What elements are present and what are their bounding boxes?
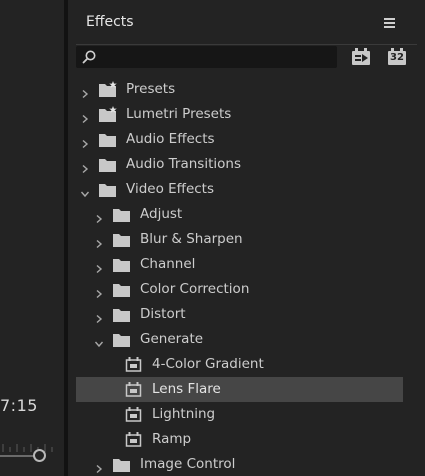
chevron-right-icon[interactable] [80, 84, 90, 99]
tree-item-label: Blur & Sharpen [140, 231, 243, 247]
tree-item-label: Ramp [152, 431, 192, 447]
tree-item-generate[interactable]: Generate [76, 327, 403, 352]
folder-icon [112, 206, 132, 223]
accelerated-effects-button[interactable] [349, 46, 373, 68]
tree-item-distort[interactable]: Distort [76, 302, 403, 327]
tree-item-label: Lens Flare [152, 381, 221, 397]
folder-icon [98, 181, 118, 198]
chevron-right-icon[interactable] [94, 234, 104, 249]
effects-panel-header: Effects [68, 0, 425, 44]
chevron-down-icon[interactable] [94, 334, 104, 348]
32-bit-label: 32 [390, 52, 404, 63]
tree-item-label: Presets [126, 81, 176, 97]
accelerated-effects-icon [352, 48, 370, 65]
playhead-timecode[interactable]: 7:15 [0, 396, 38, 415]
tree-item-label: Channel [140, 256, 196, 272]
chevron-right-icon[interactable] [94, 459, 104, 474]
tree-item-4-color-gradient[interactable]: 4-Color Gradient [76, 352, 403, 377]
panel-title[interactable]: Effects [86, 14, 134, 30]
program-monitor-panel: 7:15 [0, 0, 64, 476]
effect-icon [124, 431, 144, 448]
tree-item-adjust[interactable]: Adjust [76, 202, 403, 227]
effects-panel: Effects 32 Presets Lumetri Presets Audio E… [68, 0, 425, 476]
folder-icon [112, 256, 132, 273]
folder-icon [112, 231, 132, 248]
tree-item-lens-flare[interactable]: Lens Flare [76, 377, 403, 402]
folder-icon [112, 281, 132, 298]
tree-item-channel[interactable]: Channel [76, 252, 403, 277]
folder-icon [112, 306, 132, 323]
folder-icon [112, 456, 132, 473]
chevron-right-icon[interactable] [94, 259, 104, 274]
chevron-right-icon[interactable] [80, 159, 90, 174]
tree-item-label: Video Effects [126, 181, 215, 197]
search-input[interactable] [98, 46, 334, 68]
tree-item-video-effects[interactable]: Video Effects [76, 177, 403, 202]
folder-icon [112, 331, 132, 348]
tree-item-label: Audio Effects [126, 131, 215, 147]
tree-item-presets[interactable]: Presets [76, 77, 403, 102]
chevron-right-icon[interactable] [80, 134, 90, 149]
32-bit-effects-button[interactable]: 32 [385, 46, 409, 68]
panel-menu-icon[interactable] [382, 14, 398, 30]
chevron-right-icon[interactable] [94, 284, 104, 299]
tree-item-audio-transitions[interactable]: Audio Transitions [76, 152, 403, 177]
tree-item-blur-and-sharpen[interactable]: Blur & Sharpen [76, 227, 403, 252]
tree-item-label: 4-Color Gradient [152, 356, 264, 372]
effects-tree: Presets Lumetri Presets Audio Effects Audio… [76, 76, 417, 476]
header-divider [76, 44, 417, 45]
timeline-ruler [2, 444, 53, 452]
effect-icon [124, 406, 144, 423]
preset-folder-icon [98, 81, 118, 98]
effect-icon [124, 356, 144, 373]
tree-item-label: Color Correction [140, 281, 250, 297]
chevron-right-icon[interactable] [94, 209, 104, 224]
tree-item-label: Image Control [140, 456, 236, 472]
preset-folder-icon [98, 106, 118, 123]
tree-item-label: Lightning [152, 406, 216, 422]
chevron-down-icon[interactable] [80, 184, 90, 198]
tree-item-label: Distort [140, 306, 186, 322]
chevron-right-icon[interactable] [80, 109, 90, 124]
tree-item-label: Adjust [140, 206, 183, 222]
tree-item-color-correction[interactable]: Color Correction [76, 277, 403, 302]
tree-item-lumetri-presets[interactable]: Lumetri Presets [76, 102, 403, 127]
search-box[interactable] [76, 46, 337, 68]
tree-item-lightning[interactable]: Lightning [76, 402, 403, 427]
tree-item-label: Audio Transitions [126, 156, 241, 172]
effect-icon [124, 381, 144, 398]
folder-icon [98, 156, 118, 173]
folder-icon [98, 131, 118, 148]
tree-scrollbar[interactable] [409, 76, 417, 476]
tree-item-label: Lumetri Presets [126, 106, 232, 122]
zoom-slider-handle[interactable] [33, 449, 46, 462]
search-icon [82, 50, 96, 64]
tree-item-ramp[interactable]: Ramp [76, 427, 403, 452]
tree-item-label: Generate [140, 331, 204, 347]
tree-item-audio-effects[interactable]: Audio Effects [76, 127, 403, 152]
tree-item-image-control[interactable]: Image Control [76, 452, 403, 476]
chevron-right-icon[interactable] [94, 309, 104, 324]
